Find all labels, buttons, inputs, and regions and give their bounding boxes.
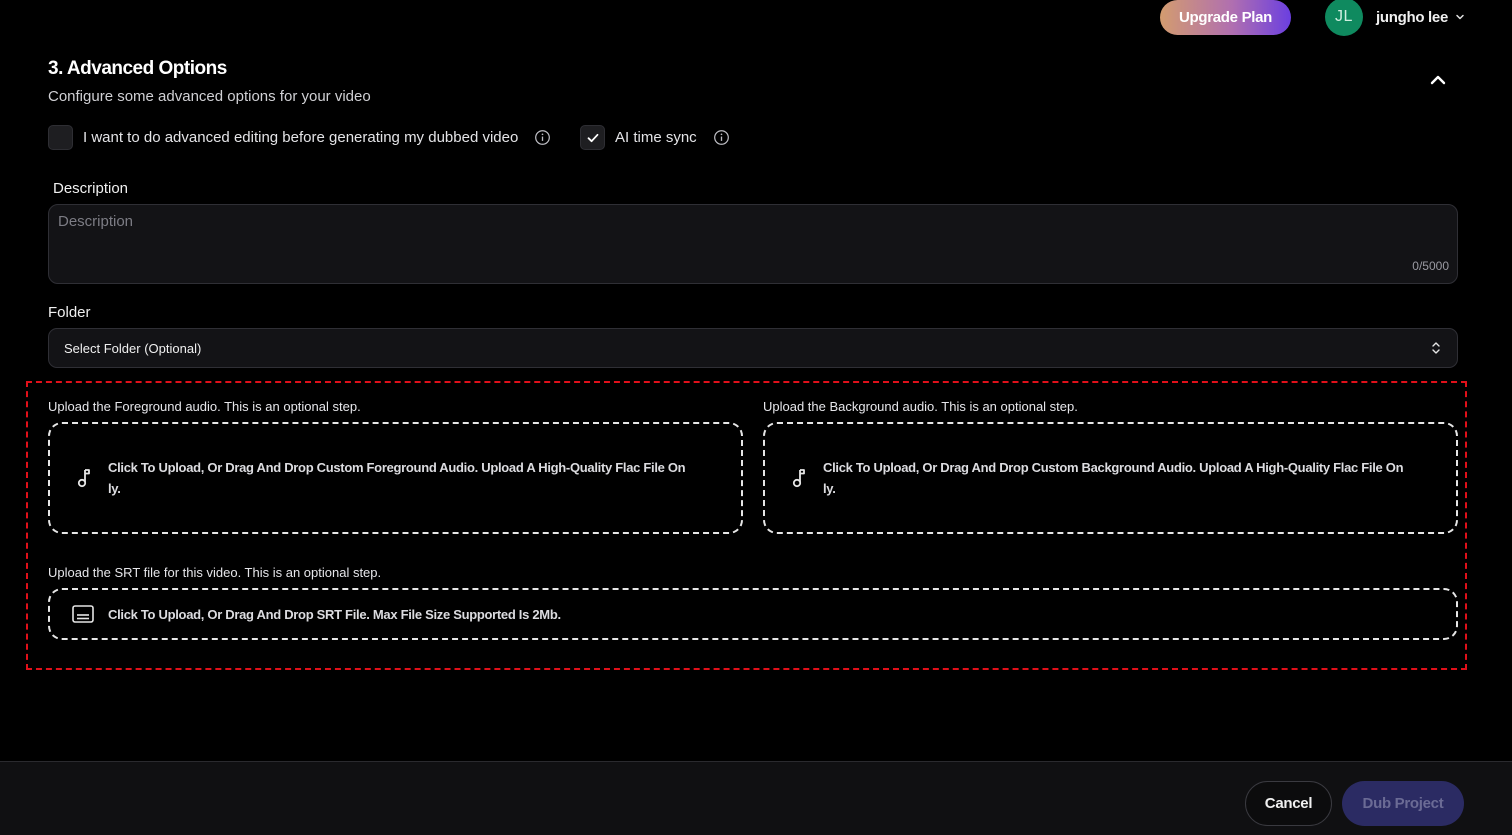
info-icon[interactable] (534, 129, 551, 146)
dropzone-text-line: ly. (108, 481, 121, 496)
dropzone-text-line: ly. (823, 481, 836, 496)
advanced-editing-label: I want to do advanced editing before gen… (83, 129, 519, 146)
folder-label: Folder (48, 304, 91, 321)
ai-time-sync-checkbox[interactable] (580, 125, 605, 150)
folder-select[interactable]: Select Folder (Optional) (48, 328, 1458, 368)
footer-bar: Cancel Dub Project (0, 761, 1512, 835)
background-audio-dropzone[interactable]: Click To Upload, Or Drag And Drop Custom… (763, 422, 1458, 534)
srt-dropzone-text: Click To Upload, Or Drag And Drop SRT Fi… (108, 606, 561, 622)
chevron-up-down-icon (1432, 342, 1440, 354)
description-field: 0/5000 (48, 204, 1458, 284)
user-name: jungho lee (1376, 8, 1449, 26)
description-label: Description (53, 180, 129, 197)
section-subtitle: Configure some advanced options for your… (48, 88, 371, 105)
subtitles-icon (72, 605, 94, 623)
section-title: 3. Advanced Options (48, 58, 227, 79)
check-icon (587, 133, 598, 142)
avatar: JL (1325, 0, 1363, 36)
cancel-button[interactable]: Cancel (1245, 781, 1332, 826)
advanced-editing-checkbox[interactable] (48, 125, 73, 150)
upgrade-plan-button[interactable]: Upgrade Plan (1160, 0, 1291, 35)
dropzone-text-line: Click To Upload, Or Drag And Drop Custom… (108, 460, 686, 475)
chevron-up-icon[interactable] (1426, 68, 1450, 92)
background-dropzone-text: Click To Upload, Or Drag And Drop Custom… (823, 457, 1404, 499)
info-icon[interactable] (713, 129, 730, 146)
foreground-upload-caption: Upload the Foreground audio. This is an … (48, 399, 361, 414)
folder-select-value: Select Folder (Optional) (64, 340, 202, 356)
ai-time-sync-option: AI time sync (580, 125, 730, 150)
dub-project-button[interactable]: Dub Project (1342, 781, 1464, 826)
foreground-audio-dropzone[interactable]: Click To Upload, Or Drag And Drop Custom… (48, 422, 743, 534)
srt-upload-caption: Upload the SRT file for this video. This… (48, 565, 382, 580)
ai-time-sync-label: AI time sync (615, 129, 697, 146)
advanced-editing-option: I want to do advanced editing before gen… (48, 125, 551, 150)
user-menu[interactable]: JL jungho lee (1325, 0, 1466, 36)
dropzone-text-line: Click To Upload, Or Drag And Drop Custom… (823, 460, 1404, 475)
description-input[interactable] (49, 205, 1457, 283)
foreground-dropzone-text: Click To Upload, Or Drag And Drop Custom… (108, 457, 686, 499)
music-note-icon (792, 469, 805, 488)
character-counter: 0/5000 (1412, 259, 1449, 273)
background-upload-caption: Upload the Background audio. This is an … (763, 399, 1078, 414)
music-note-icon (77, 469, 90, 488)
chevron-down-icon (1456, 14, 1464, 20)
srt-dropzone[interactable]: Click To Upload, Or Drag And Drop SRT Fi… (48, 588, 1458, 640)
